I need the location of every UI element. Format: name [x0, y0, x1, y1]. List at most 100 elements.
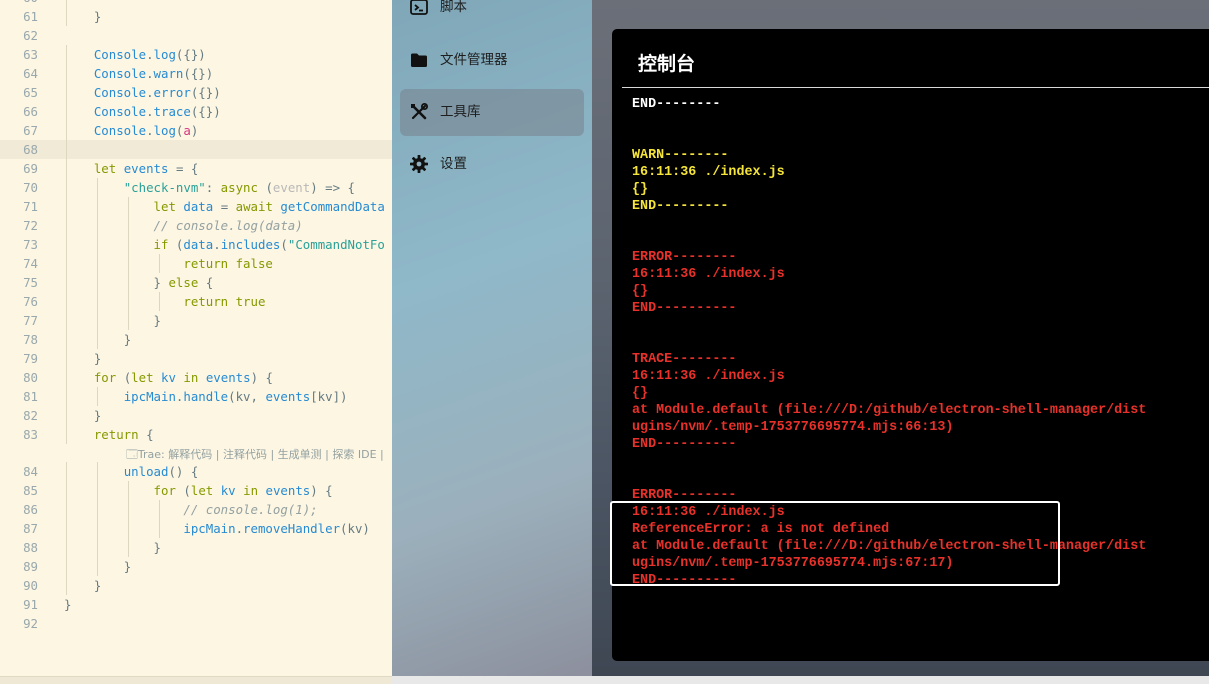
- line-code[interactable]: ipcMain.handle(kv, events[kv]): [64, 387, 348, 406]
- line-number: 61: [23, 9, 38, 24]
- line-number: 80: [23, 370, 38, 385]
- line-number: 89: [23, 559, 38, 574]
- code-editor[interactable]: 6061 }6263 Console.log({})64 Console.war…: [0, 0, 392, 684]
- code-line[interactable]: 86 // console.log(1);: [0, 500, 392, 519]
- code-line[interactable]: 73 if (data.includes("CommandNotFo: [0, 235, 392, 254]
- line-code[interactable]: }: [64, 349, 101, 368]
- line-number: 83: [23, 427, 38, 442]
- code-line[interactable]: 92: [0, 614, 392, 633]
- sidebar-item-settings[interactable]: 设置: [400, 141, 584, 188]
- code-line[interactable]: 69 let events = {: [0, 159, 392, 178]
- code-line[interactable]: 78 }: [0, 330, 392, 349]
- code-line[interactable]: 66 Console.trace({}): [0, 102, 392, 121]
- line-code[interactable]: for (let kv in events) {: [64, 368, 273, 387]
- line-code[interactable]: Console.log(a): [64, 121, 198, 140]
- codelens-text[interactable]: 🗔Trae: 解释代码 | 注释代码 | 生成单测 | 探索 IDE |: [126, 446, 384, 463]
- code-line[interactable]: 88 }: [0, 538, 392, 557]
- code-line[interactable]: 76 return true: [0, 292, 392, 311]
- line-number: 88: [23, 540, 38, 555]
- sidebar-item-scripts[interactable]: 脚本: [400, 0, 584, 31]
- code-line[interactable]: 65 Console.error({}): [0, 83, 392, 102]
- line-number: 67: [23, 123, 38, 138]
- line-code[interactable]: Console.log({}): [64, 45, 206, 64]
- console-line: {}: [632, 284, 649, 299]
- code-line[interactable]: 61 }: [0, 7, 392, 26]
- line-code[interactable]: let data = await getCommandData: [64, 197, 385, 216]
- code-line[interactable]: 74 return false: [0, 254, 392, 273]
- code-line[interactable]: 75 } else {: [0, 273, 392, 292]
- code-line[interactable]: 60: [0, 0, 392, 7]
- line-number: 75: [23, 275, 38, 290]
- line-number: 72: [23, 218, 38, 233]
- tools-icon: [411, 103, 428, 120]
- line-code[interactable]: return {: [64, 425, 154, 444]
- code-line[interactable]: 85 for (let kv in events) {: [0, 481, 392, 500]
- console-line: END--------: [632, 97, 721, 112]
- line-code[interactable]: }: [64, 7, 101, 26]
- code-line[interactable]: 81 ipcMain.handle(kv, events[kv]): [0, 387, 392, 406]
- sidebar-item-file-manager[interactable]: 文件管理器: [400, 37, 584, 84]
- code-line[interactable]: 67 Console.log(a): [0, 121, 392, 140]
- line-code[interactable]: }: [64, 406, 101, 425]
- line-code[interactable]: }: [64, 595, 71, 614]
- line-number: 82: [23, 408, 38, 423]
- code-line[interactable]: 80 for (let kv in events) {: [0, 368, 392, 387]
- terminal-icon: [410, 0, 428, 15]
- line-code[interactable]: } else {: [64, 273, 214, 292]
- sidebar-item-label: 设置: [440, 156, 467, 172]
- code-line[interactable]: 64 Console.warn({}): [0, 64, 392, 83]
- code-line[interactable]: 83 return {: [0, 425, 392, 444]
- code-line[interactable]: 82 }: [0, 406, 392, 425]
- line-number: 64: [23, 66, 38, 81]
- code-line[interactable]: 90 }: [0, 576, 392, 595]
- code-line[interactable]: 89 }: [0, 557, 392, 576]
- line-number: 87: [23, 521, 38, 536]
- line-code[interactable]: }: [64, 538, 161, 557]
- code-line[interactable]: 71 let data = await getCommandData: [0, 197, 392, 216]
- code-line[interactable]: 70 "check-nvm": async (event) => {: [0, 178, 392, 197]
- line-code[interactable]: for (let kv in events) {: [64, 481, 333, 500]
- line-code[interactable]: unload() {: [64, 462, 199, 481]
- line-code[interactable]: return false: [64, 254, 273, 273]
- code-line[interactable]: 91}: [0, 595, 392, 614]
- console-divider: [622, 87, 1209, 88]
- line-number: 73: [23, 237, 38, 252]
- line-code[interactable]: }: [64, 557, 131, 576]
- line-code[interactable]: let events = {: [64, 159, 198, 178]
- line-code[interactable]: Console.trace({}): [64, 102, 221, 121]
- folder-icon: [411, 53, 427, 67]
- code-line[interactable]: 72 // console.log(data): [0, 216, 392, 235]
- code-line[interactable]: 87 ipcMain.removeHandler(kv): [0, 519, 392, 538]
- codelens-hint[interactable]: 🗔Trae: 解释代码 | 注释代码 | 生成单测 | 探索 IDE |: [0, 446, 392, 463]
- code-line[interactable]: 84 unload() {: [0, 462, 392, 481]
- line-code[interactable]: // console.log(data): [64, 216, 303, 235]
- line-code[interactable]: Console.warn({}): [64, 64, 213, 83]
- line-number: 66: [23, 104, 38, 119]
- line-number: 85: [23, 483, 38, 498]
- line-code[interactable]: return true: [64, 292, 265, 311]
- line-number: 77: [23, 313, 38, 328]
- sidebar-item-toolbox[interactable]: 工具库: [400, 89, 584, 136]
- indent-guide: [66, 140, 67, 159]
- line-code[interactable]: if (data.includes("CommandNotFo: [64, 235, 385, 254]
- console-line: END----------: [632, 301, 737, 316]
- line-code[interactable]: Console.error({}): [64, 83, 221, 102]
- code-line[interactable]: 77 }: [0, 311, 392, 330]
- console-line: END----------: [632, 437, 737, 452]
- line-code[interactable]: "check-nvm": async (event) => {: [64, 178, 355, 197]
- window-bottom-edge: [392, 676, 1209, 684]
- line-number: 91: [23, 597, 38, 612]
- console-title: 控制台: [638, 53, 696, 75]
- line-code[interactable]: }: [64, 330, 131, 349]
- code-line[interactable]: 68: [0, 140, 392, 159]
- line-code[interactable]: }: [64, 311, 161, 330]
- line-code[interactable]: }: [64, 576, 101, 595]
- line-number: 92: [23, 616, 38, 631]
- code-line[interactable]: 63 Console.log({}): [0, 45, 392, 64]
- code-line[interactable]: 79 }: [0, 349, 392, 368]
- sidebar-item-label: 工具库: [440, 104, 481, 120]
- code-line[interactable]: 62: [0, 26, 392, 45]
- line-number: 68: [23, 142, 38, 157]
- line-code[interactable]: ipcMain.removeHandler(kv): [64, 519, 370, 538]
- line-code[interactable]: // console.log(1);: [64, 500, 317, 519]
